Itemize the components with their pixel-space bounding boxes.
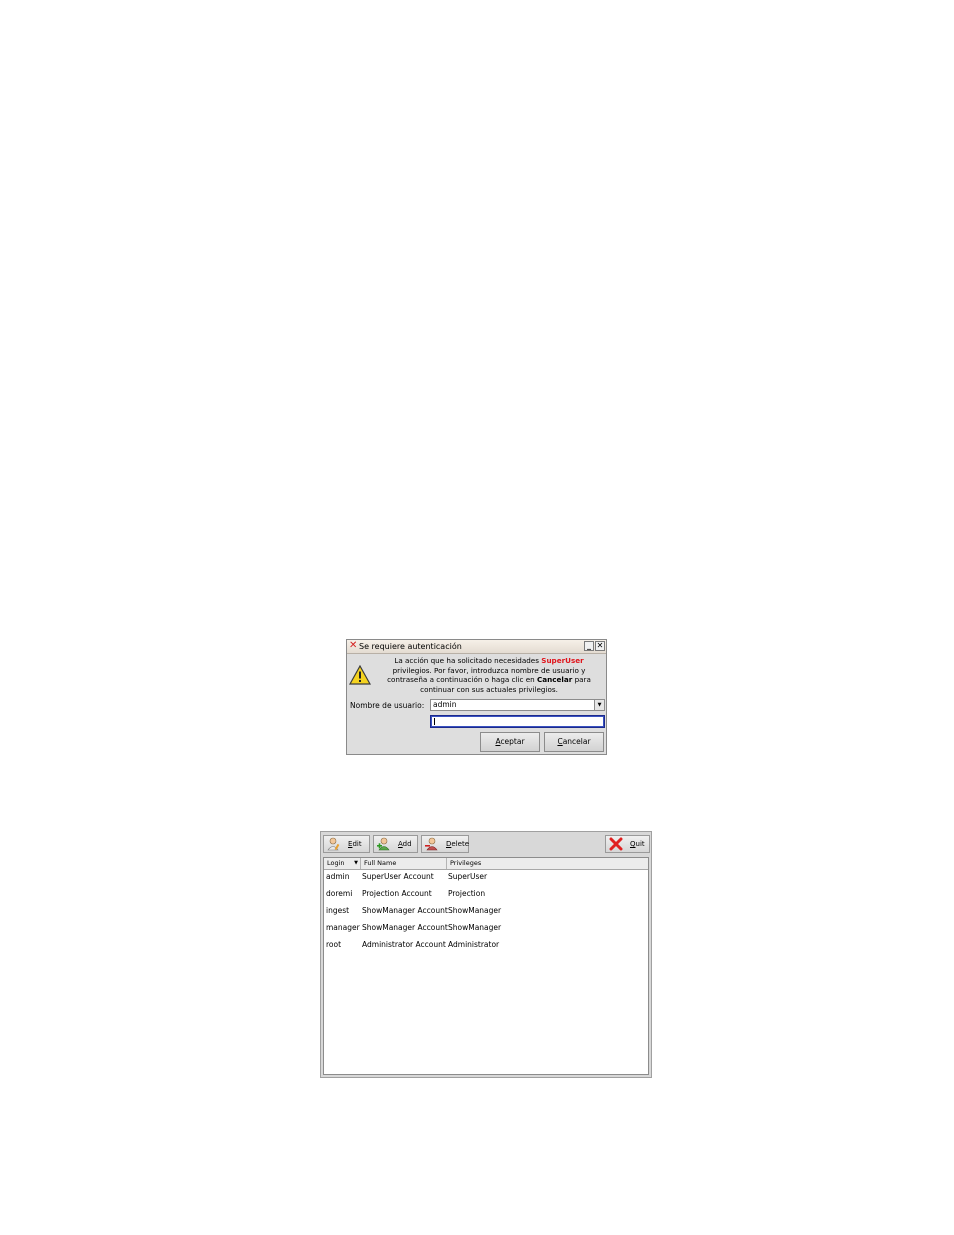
user-manager-window: Edit Add Delete Quit Login ▼ Full Name P… (320, 831, 652, 1078)
dialog-titlebar[interactable]: ✕ Se requiere autenticación _ ✕ (347, 640, 606, 654)
cell-privileges: ShowManager (448, 906, 502, 915)
app-x-icon: ✕ (349, 640, 358, 651)
user-add-icon (377, 837, 390, 851)
cell-privileges: Projection (448, 889, 486, 898)
cell-login: admin (326, 872, 350, 881)
cancel-label: ancelar (562, 737, 591, 746)
table-row[interactable]: manager ShowManager Account ShowManager (324, 921, 648, 935)
quit-label: uit (635, 840, 645, 848)
user-edit-icon (327, 837, 340, 851)
column-header-full-name[interactable]: Full Name (361, 858, 447, 869)
password-input[interactable] (430, 715, 605, 728)
cancel-button[interactable]: Cancelar (544, 732, 604, 752)
table-row[interactable]: doremi Projection Account Projection (324, 887, 648, 901)
table-row[interactable]: admin SuperUser Account SuperUser (324, 870, 648, 884)
column-header-login[interactable]: Login ▼ (324, 858, 361, 869)
login-header-label: Login (327, 859, 345, 867)
username-combo[interactable]: admin ▼ (430, 699, 605, 711)
edit-label: dit (352, 840, 362, 848)
cell-login: manager (326, 923, 360, 932)
cell-login: ingest (326, 906, 350, 915)
chevron-down-icon[interactable]: ▼ (594, 700, 604, 710)
text-caret (434, 718, 435, 725)
delete-label: elete (451, 840, 469, 848)
cell-full-name: ShowManager Account (362, 923, 448, 932)
username-label: Nombre de usuario: (350, 701, 425, 710)
dialog-title: Se requiere autenticación (359, 642, 462, 651)
auth-message: La acción que ha solicitado necesidades … (375, 656, 603, 694)
cell-full-name: SuperUser Account (362, 872, 434, 881)
column-header-privileges[interactable]: Privileges (447, 858, 648, 869)
message-cancelar: Cancelar (537, 675, 573, 685)
message-superuser: SuperUser (541, 656, 584, 665)
table-row[interactable]: root Administrator Account Administrator (324, 938, 648, 952)
close-button[interactable]: ✕ (595, 641, 605, 651)
add-label: dd (402, 840, 412, 848)
cell-full-name: Administrator Account (362, 940, 446, 949)
user-delete-icon (425, 837, 438, 851)
quit-x-icon (609, 837, 623, 851)
cell-privileges: SuperUser (448, 872, 488, 881)
accept-button[interactable]: Aceptar (480, 732, 540, 752)
sort-down-icon: ▼ (354, 860, 358, 866)
delete-button[interactable]: Delete (421, 835, 469, 853)
add-button[interactable]: Add (373, 835, 418, 853)
cell-privileges: Administrator (448, 940, 500, 949)
edit-button[interactable]: Edit (323, 835, 370, 853)
cell-full-name: ShowManager Account (362, 906, 448, 915)
message-text-1: La acción que ha solicitado necesidades (394, 656, 542, 665)
minimize-button[interactable]: _ (584, 641, 594, 651)
list-header: Login ▼ Full Name Privileges (324, 858, 648, 870)
auth-dialog: ✕ Se requiere autenticación _ ✕ La acció… (346, 639, 607, 755)
accept-label: ceptar (500, 737, 525, 746)
cell-privileges: ShowManager (448, 923, 502, 932)
cell-login: root (326, 940, 342, 949)
quit-button[interactable]: Quit (605, 835, 650, 853)
user-list[interactable]: Login ▼ Full Name Privileges admin Super… (323, 857, 649, 1075)
cell-full-name: Projection Account (362, 889, 432, 898)
username-value: admin (433, 700, 457, 709)
table-row[interactable]: ingest ShowManager Account ShowManager (324, 904, 648, 918)
full-name-header-label: Full Name (364, 859, 397, 867)
cell-login: doremi (326, 889, 353, 898)
privileges-header-label: Privileges (450, 859, 482, 867)
warning-icon (349, 665, 371, 685)
